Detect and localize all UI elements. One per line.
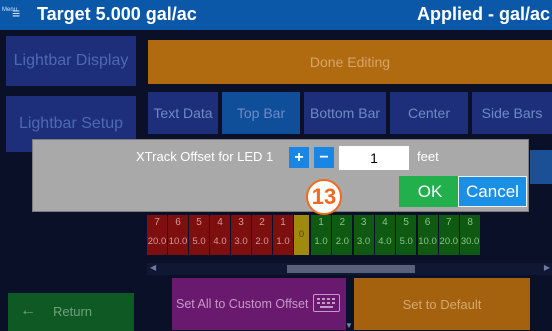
led-number: 3 bbox=[360, 217, 367, 228]
led-number: 5 bbox=[403, 217, 409, 228]
led-distance: 3.0 bbox=[356, 236, 371, 247]
led-distance: 4.0 bbox=[378, 236, 392, 247]
led-distance: 5.0 bbox=[192, 236, 206, 247]
led-cell[interactable]: 7 20.0 bbox=[147, 215, 167, 255]
cancel-button[interactable]: Cancel bbox=[458, 176, 527, 207]
led-cell[interactable]: 0 bbox=[294, 215, 309, 255]
led-number: 6 bbox=[424, 217, 431, 228]
tab-text-data[interactable]: Text Data bbox=[148, 92, 218, 134]
side-panel-edge bbox=[530, 150, 552, 184]
led-number: 7 bbox=[154, 217, 160, 228]
arrow-left-icon: ← bbox=[20, 302, 36, 319]
increment-button[interactable]: + bbox=[289, 147, 309, 168]
led-cell[interactable]: 6 10.0 bbox=[417, 215, 438, 255]
led-distance: 5.0 bbox=[399, 236, 413, 247]
applied-rate-label: Applied - gal/ac bbox=[416, 4, 550, 24]
led-cell[interactable]: 2 2.0 bbox=[332, 215, 353, 255]
led-number: 1 bbox=[280, 217, 286, 228]
tab-center[interactable]: Center bbox=[390, 92, 468, 134]
led-number: 3 bbox=[238, 217, 244, 228]
led-cell[interactable]: 4 4.0 bbox=[210, 215, 230, 255]
led-cell[interactable]: 8 30.0 bbox=[460, 215, 481, 255]
set-all-custom-offset-button[interactable]: Set All to Custom Offset bbox=[172, 278, 346, 330]
led-number: 2 bbox=[259, 217, 265, 228]
dialog-prompt: XTrack Offset for LED 1 bbox=[136, 149, 274, 164]
target-rate-label: Target 5.000 gal/ac bbox=[37, 4, 197, 24]
led-distance: 20.0 bbox=[439, 236, 459, 247]
led-distance: 0 bbox=[298, 229, 305, 240]
keyboard-icon bbox=[313, 294, 340, 312]
return-label: Return bbox=[53, 304, 93, 319]
led-distance: 1.0 bbox=[314, 236, 328, 247]
led-distance: 4.0 bbox=[213, 236, 227, 247]
led-number: 2 bbox=[339, 217, 346, 228]
tab-top-bar[interactable]: Top Bar bbox=[222, 92, 300, 134]
xtrack-offset-dialog: XTrack Offset for LED 1 + − feet OK Canc… bbox=[32, 139, 529, 212]
set-to-default-button[interactable]: Set to Default bbox=[354, 278, 530, 330]
menu-button[interactable]: Menu ≡ bbox=[2, 3, 26, 27]
led-number: 8 bbox=[467, 217, 473, 228]
led-distance: 3.0 bbox=[234, 236, 248, 247]
led-cell[interactable]: 3 3.0 bbox=[231, 215, 251, 255]
led-distance: 20.0 bbox=[147, 236, 167, 247]
tab-bottom-bar[interactable]: Bottom Bar bbox=[304, 92, 386, 134]
scrollbar-thumb[interactable] bbox=[287, 265, 415, 273]
led-cell[interactable]: 2 2.0 bbox=[252, 215, 272, 255]
led-strip: 7 20.0 6 10.0 5 5.0 4 4.0 3 3.0 2 2.0 1 1.0 0 1 1.0 2 2.0 3… bbox=[147, 215, 552, 255]
step-number-badge: 13 bbox=[306, 179, 342, 215]
custom-offset-label: Set All to Custom Offset bbox=[176, 297, 309, 311]
led-distance: 2.0 bbox=[335, 236, 349, 247]
decrement-button[interactable]: − bbox=[314, 147, 334, 168]
lightbar-display-button[interactable]: Lightbar Display bbox=[6, 36, 136, 86]
led-number: 1 bbox=[318, 217, 324, 228]
return-button[interactable]: ← Return bbox=[8, 293, 134, 331]
led-cell[interactable]: 5 5.0 bbox=[189, 215, 209, 255]
led-cell[interactable]: 3 3.0 bbox=[353, 215, 374, 255]
chevron-down-icon: ▼ bbox=[345, 321, 353, 330]
led-distance: 30.0 bbox=[460, 236, 480, 247]
led-cell[interactable]: 5 5.0 bbox=[396, 215, 417, 255]
header-bar: Menu ≡ Target 5.000 gal/ac Applied - gal… bbox=[0, 0, 552, 30]
led-number: 7 bbox=[446, 217, 452, 228]
led-cell[interactable]: 1 1.0 bbox=[273, 215, 293, 255]
led-distance: 10.0 bbox=[418, 236, 437, 247]
led-distance: 10.0 bbox=[168, 236, 188, 247]
unit-label: feet bbox=[417, 149, 439, 164]
led-cell[interactable]: 1 1.0 bbox=[311, 215, 331, 255]
scroll-right-icon[interactable]: ▶ bbox=[544, 263, 550, 272]
offset-value-input[interactable] bbox=[339, 146, 409, 170]
led-number: 6 bbox=[175, 217, 181, 228]
scroll-left-icon[interactable]: ◀ bbox=[150, 263, 156, 272]
hamburger-icon: ≡ bbox=[12, 5, 21, 21]
led-cell[interactable]: 6 10.0 bbox=[168, 215, 188, 255]
ok-button[interactable]: OK bbox=[399, 176, 461, 207]
led-distance: 2.0 bbox=[255, 236, 269, 247]
led-cell[interactable]: 4 4.0 bbox=[374, 215, 395, 255]
led-number: 4 bbox=[217, 217, 223, 228]
tab-side-bars[interactable]: Side Bars bbox=[472, 92, 552, 134]
led-number: 5 bbox=[196, 217, 202, 228]
led-number: 4 bbox=[382, 217, 388, 228]
led-cell[interactable]: 7 20.0 bbox=[438, 215, 459, 255]
led-distance: 1.0 bbox=[276, 236, 290, 247]
done-editing-button[interactable]: Done Editing bbox=[148, 40, 552, 84]
